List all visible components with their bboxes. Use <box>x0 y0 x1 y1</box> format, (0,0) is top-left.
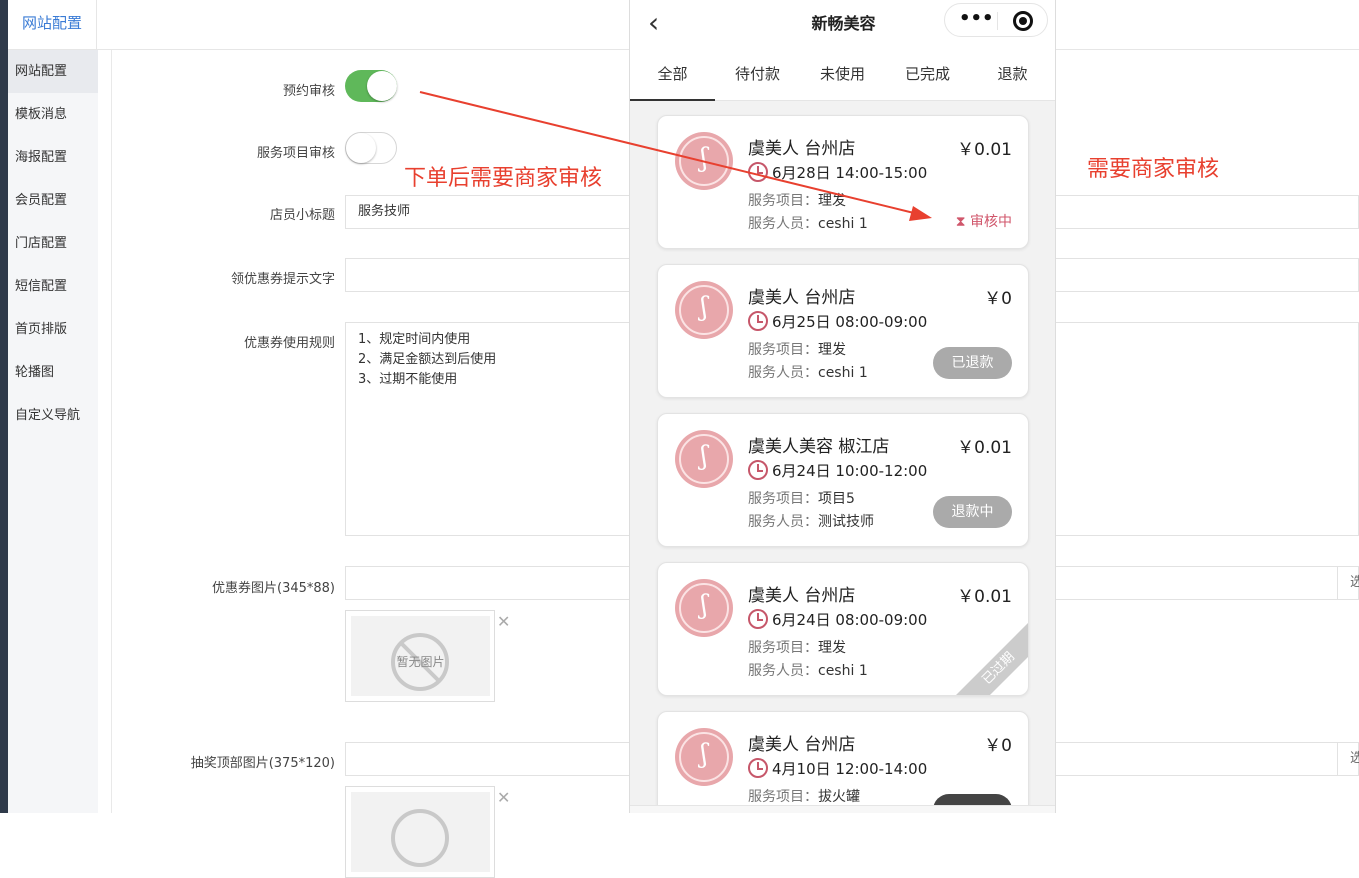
annotation-arrow <box>419 91 932 221</box>
